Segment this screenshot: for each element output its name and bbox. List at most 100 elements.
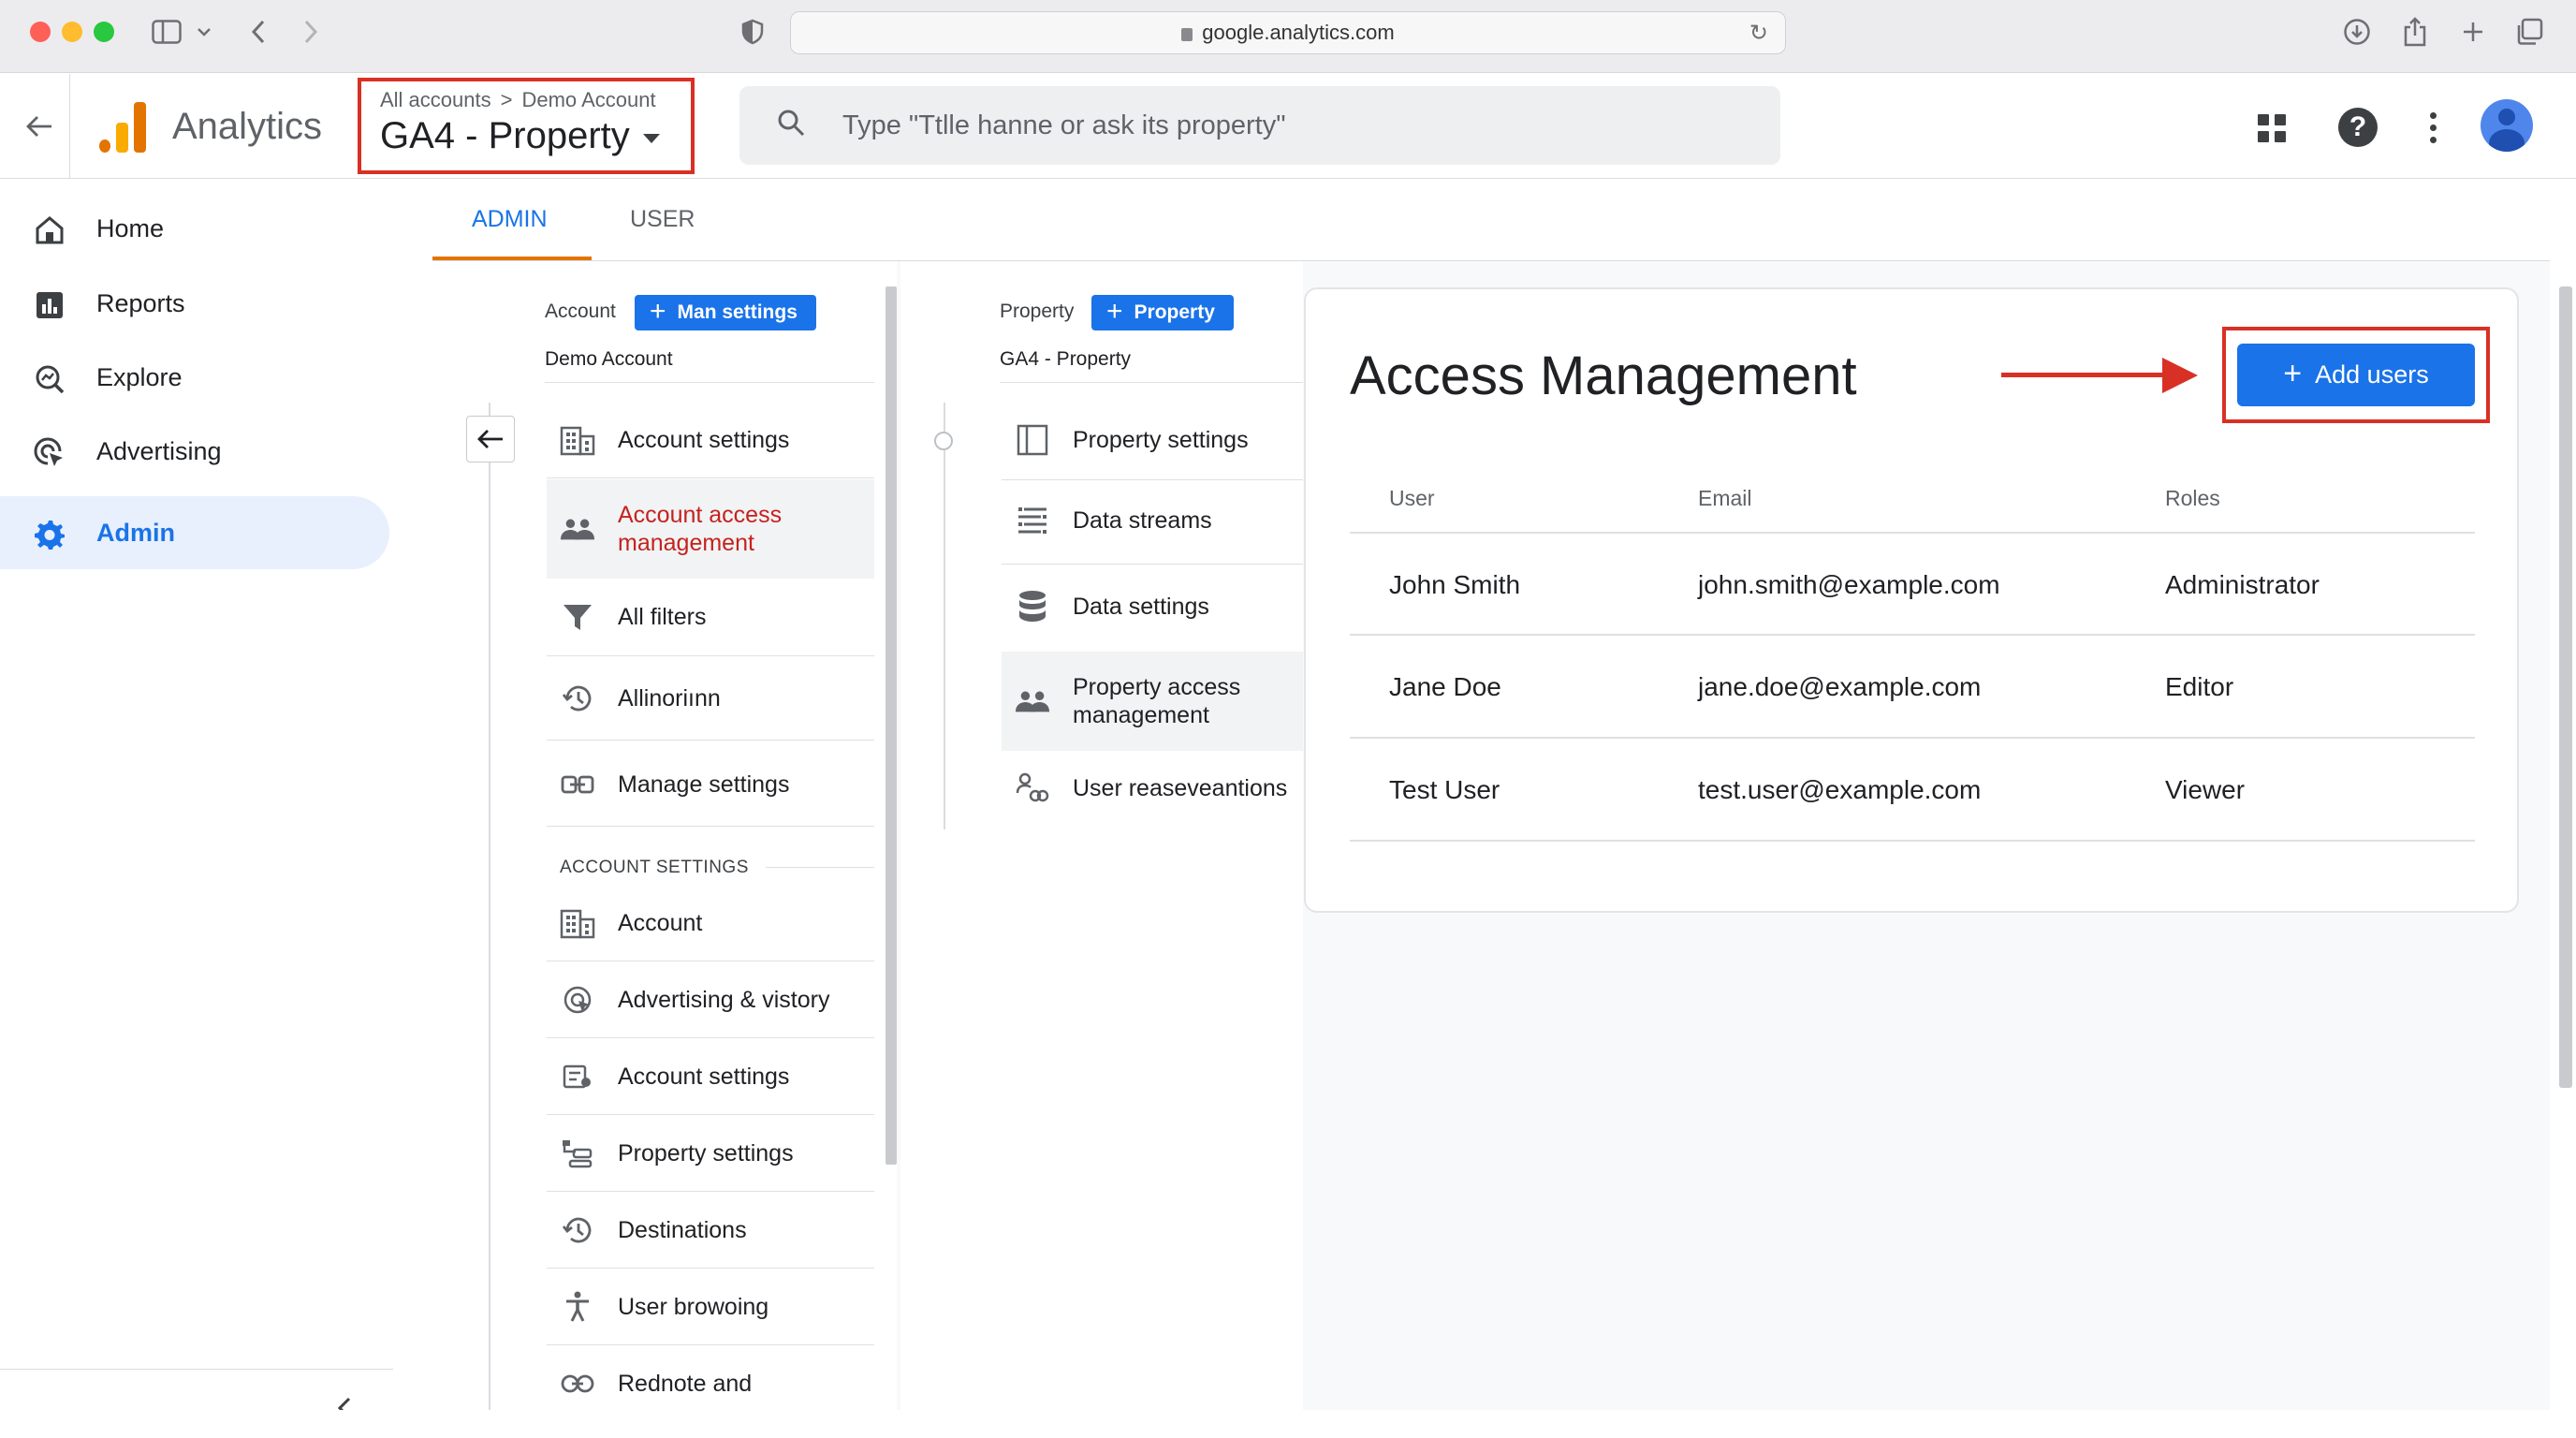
user-link-icon [1015, 770, 1050, 806]
search-bar[interactable] [739, 86, 1780, 165]
account-heading: Account [545, 301, 616, 322]
apps-grid-icon[interactable] [2258, 114, 2286, 142]
bar-chart-icon [37, 292, 63, 318]
minimize-window-button[interactable] [62, 22, 82, 42]
divider [547, 1191, 874, 1192]
explore-icon [36, 365, 65, 394]
menu-item-data-settings[interactable]: Data settings [1002, 569, 1303, 644]
column-header-user[interactable]: User [1389, 486, 1435, 511]
tree-line [944, 403, 945, 829]
add-users-label: Add users [2315, 360, 2429, 389]
property-heading: Property [1000, 301, 1075, 322]
app-name: Analytics [172, 106, 323, 147]
back-arrow-icon[interactable] [17, 104, 62, 149]
dropdown-caret-icon [642, 133, 660, 143]
account-settings-button[interactable]: + Man settings [635, 295, 816, 330]
avatar[interactable] [2481, 99, 2533, 152]
menu-item-account[interactable]: Account [547, 886, 874, 961]
menu-item-manage-settings[interactable]: Manage settings [547, 747, 874, 822]
email-cell: john.smith@example.com [1698, 570, 2000, 599]
menu-item-property-settings[interactable]: Property settings [1002, 403, 1303, 477]
menu-label: Manage settings [618, 771, 790, 798]
more-vert-icon[interactable] [2419, 107, 2447, 148]
property-button-label: Property [1134, 301, 1215, 323]
zoom-window-button[interactable] [94, 22, 114, 42]
nav-label: Advertising [96, 436, 222, 465]
address-bar[interactable]: google.analytics.com ↻ [790, 11, 1786, 54]
nav-item-admin[interactable]: Admin [0, 496, 389, 569]
nav-item-reports[interactable]: Reports [0, 267, 389, 340]
link-icon [560, 1366, 595, 1401]
people-icon [560, 511, 595, 547]
search-input[interactable] [842, 107, 1741, 144]
divider [547, 1114, 874, 1115]
property-create-button[interactable]: + Property [1091, 295, 1234, 330]
role-cell: Administrator [2165, 570, 2320, 599]
add-users-button[interactable]: + Add users [2237, 344, 2475, 406]
menu-label: Property access management [1073, 674, 1241, 728]
user-cell: Test User [1389, 775, 1500, 804]
new-tab-icon[interactable] [2454, 13, 2492, 51]
user-cell: Jane Doe [1389, 672, 1501, 701]
menu-item-property-access-management[interactable]: Property access management [1002, 652, 1303, 751]
plus-icon: + [2283, 356, 2303, 391]
menu-item-user-browsing[interactable]: User browoing [547, 1269, 874, 1344]
menu-item-user-reservations[interactable]: User reaseveantions [1002, 751, 1303, 826]
history-icon [560, 1212, 595, 1248]
user-cell: John Smith [1389, 570, 1521, 599]
reload-icon[interactable]: ↻ [1749, 20, 1768, 47]
role-cell: Viewer [2165, 775, 2246, 804]
menu-item-all-filters[interactable]: All filters [547, 580, 874, 654]
nav-item-home[interactable]: Home [0, 192, 389, 265]
menu-item-advertising-history[interactable]: Advertising & vistory [547, 962, 874, 1037]
share-icon[interactable] [2396, 13, 2434, 51]
account-settings-section-heading: ACCOUNT SETTINGS [560, 858, 749, 877]
plus-icon: + [650, 295, 666, 327]
window-bottom-edge [0, 1410, 2576, 1438]
building-icon [560, 905, 595, 941]
tab-admin[interactable]: ADMIN [472, 206, 548, 233]
column-header-email[interactable]: Email [1698, 486, 1752, 511]
analytics-logo-icon[interactable] [97, 100, 148, 153]
menu-item-account-settings-2[interactable]: Account settings [547, 1039, 874, 1114]
menu-item-account-access-management[interactable]: Account access management [547, 479, 874, 579]
chevron-down-icon[interactable] [193, 13, 215, 51]
table-divider [1350, 737, 2475, 739]
menu-item-destinations[interactable]: Destinations [547, 1193, 874, 1268]
advertising-icon [560, 982, 595, 1018]
shield-icon[interactable] [736, 13, 769, 51]
nav-item-advertising[interactable]: Advertising [0, 415, 389, 488]
back-button[interactable] [466, 416, 515, 462]
close-window-button[interactable] [30, 22, 51, 42]
column-header-roles[interactable]: Roles [2165, 486, 2220, 511]
page-scrollbar[interactable] [2559, 286, 2572, 1088]
menu-label: Rednote and [618, 1371, 753, 1397]
menu-item-data-streams[interactable]: Data streams [1002, 483, 1303, 558]
nav-divider [0, 1369, 393, 1370]
breadcrumb-root[interactable]: All accounts [380, 88, 491, 112]
role-cell: Editor [2165, 672, 2234, 701]
divider [1002, 479, 1303, 480]
divider [547, 1344, 874, 1345]
menu-item-history[interactable]: Allinoriınn [547, 661, 874, 736]
browser-back-icon[interactable] [242, 13, 275, 51]
table-divider [1350, 532, 2475, 534]
divider [547, 826, 874, 827]
link-settings-icon [560, 767, 595, 802]
help-icon[interactable]: ? [2338, 108, 2378, 147]
browser-forward-icon[interactable] [294, 13, 328, 51]
menu-label: Property settings [618, 1140, 794, 1167]
account-settings-icon [560, 1059, 595, 1094]
tab-user[interactable]: USER [630, 206, 695, 233]
download-icon[interactable] [2338, 13, 2376, 51]
breadcrumb[interactable]: All accounts > Demo Account [380, 88, 656, 112]
sidebar-toggle-icon[interactable] [148, 13, 185, 51]
nav-item-explore[interactable]: Explore [0, 341, 389, 414]
breadcrumb-account[interactable]: Demo Account [521, 88, 655, 112]
account-column-scrollbar[interactable] [886, 286, 897, 1165]
tab-overview-icon[interactable] [2510, 13, 2548, 51]
menu-item-account-settings[interactable]: Account settings [547, 403, 874, 477]
property-selector[interactable]: GA4 - Property [380, 115, 660, 157]
header-divider [69, 74, 70, 179]
menu-item-property-settings[interactable]: Property settings [547, 1116, 874, 1191]
